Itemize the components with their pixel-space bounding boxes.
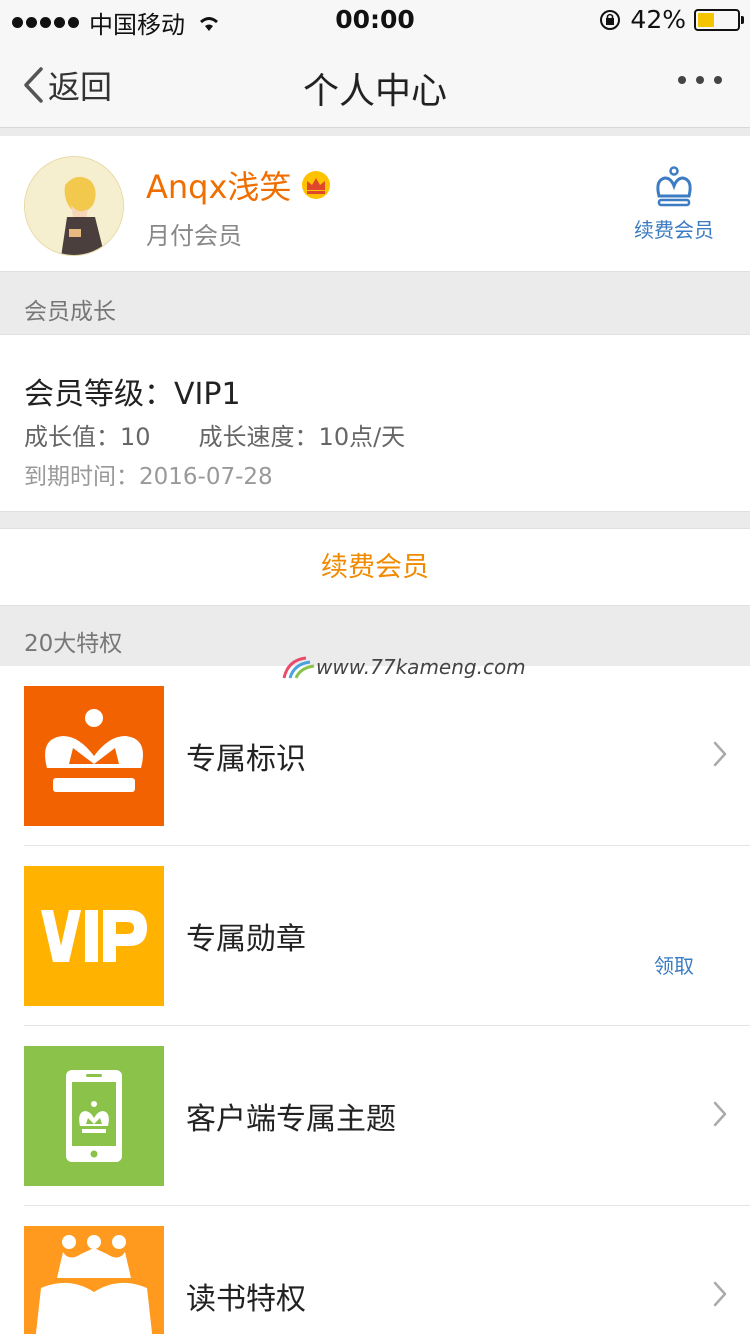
watermark-logo-icon (282, 656, 315, 679)
growth-value: 成长值：10 (24, 423, 151, 451)
list-item-label: 客户端专属主题 (186, 1102, 396, 1137)
list-item-label: 专属标识 (186, 742, 306, 777)
avatar-image (25, 157, 123, 255)
list-item[interactable]: 专属标识 (24, 666, 750, 846)
navigation-bar: 返回 个人中心 (0, 40, 750, 128)
renew-member-shortcut[interactable]: 续费会员 (634, 166, 714, 243)
section-header-growth: 会员成长 (0, 273, 750, 334)
renew-member-label: 续费会员 (634, 218, 714, 242)
page-title: 个人中心 (302, 71, 447, 112)
username: Anqx浅笑 (146, 168, 292, 206)
profile-card: Anqx浅笑 月付会员 续费会员 (0, 136, 750, 272)
status-bar: 中国移动 00:00 42% (0, 0, 750, 40)
list-item-label: 读书特权 (186, 1282, 306, 1317)
vip-icon (24, 866, 164, 1006)
watermark: www.77kameng.com (282, 654, 526, 680)
privileges-list: 专属标识 专属勋章 领取 客户端专属主题 读书特权 (0, 666, 750, 1334)
crown-outline-icon (656, 166, 692, 207)
battery-icon (694, 8, 744, 31)
member-level: 会员等级：VIP1 (24, 377, 241, 412)
book-crown-icon (24, 1226, 164, 1334)
renew-member-button[interactable]: 续费会员 (0, 528, 750, 606)
avatar[interactable] (24, 156, 124, 256)
battery-percent: 42% (630, 5, 686, 34)
chevron-right-icon (713, 1101, 727, 1127)
rotation-lock-icon (600, 9, 621, 30)
expire-date: 到期时间：2016-07-28 (24, 464, 273, 490)
list-item[interactable]: 专属勋章 领取 (24, 846, 750, 1026)
chevron-right-icon (713, 741, 727, 767)
chevron-right-icon (713, 1281, 727, 1307)
vip-crown-badge-icon (302, 171, 331, 199)
more-options-icon[interactable] (678, 76, 722, 84)
claim-button[interactable]: 领取 (654, 950, 694, 979)
list-item[interactable]: 客户端专属主题 (24, 1026, 750, 1206)
watermark-text: www.77kameng.com (316, 655, 526, 679)
list-item[interactable]: 读书特权 (24, 1206, 750, 1334)
phone-crown-icon (24, 1046, 164, 1186)
list-item-label: 专属勋章 (186, 922, 306, 957)
member-type: 月付会员 (146, 222, 242, 250)
growth-speed: 成长速度：10点/天 (198, 423, 406, 451)
crown-icon (24, 686, 164, 826)
growth-card: 会员等级：VIP1 成长值：10 成长速度：10点/天 到期时间：2016-07… (0, 334, 750, 512)
